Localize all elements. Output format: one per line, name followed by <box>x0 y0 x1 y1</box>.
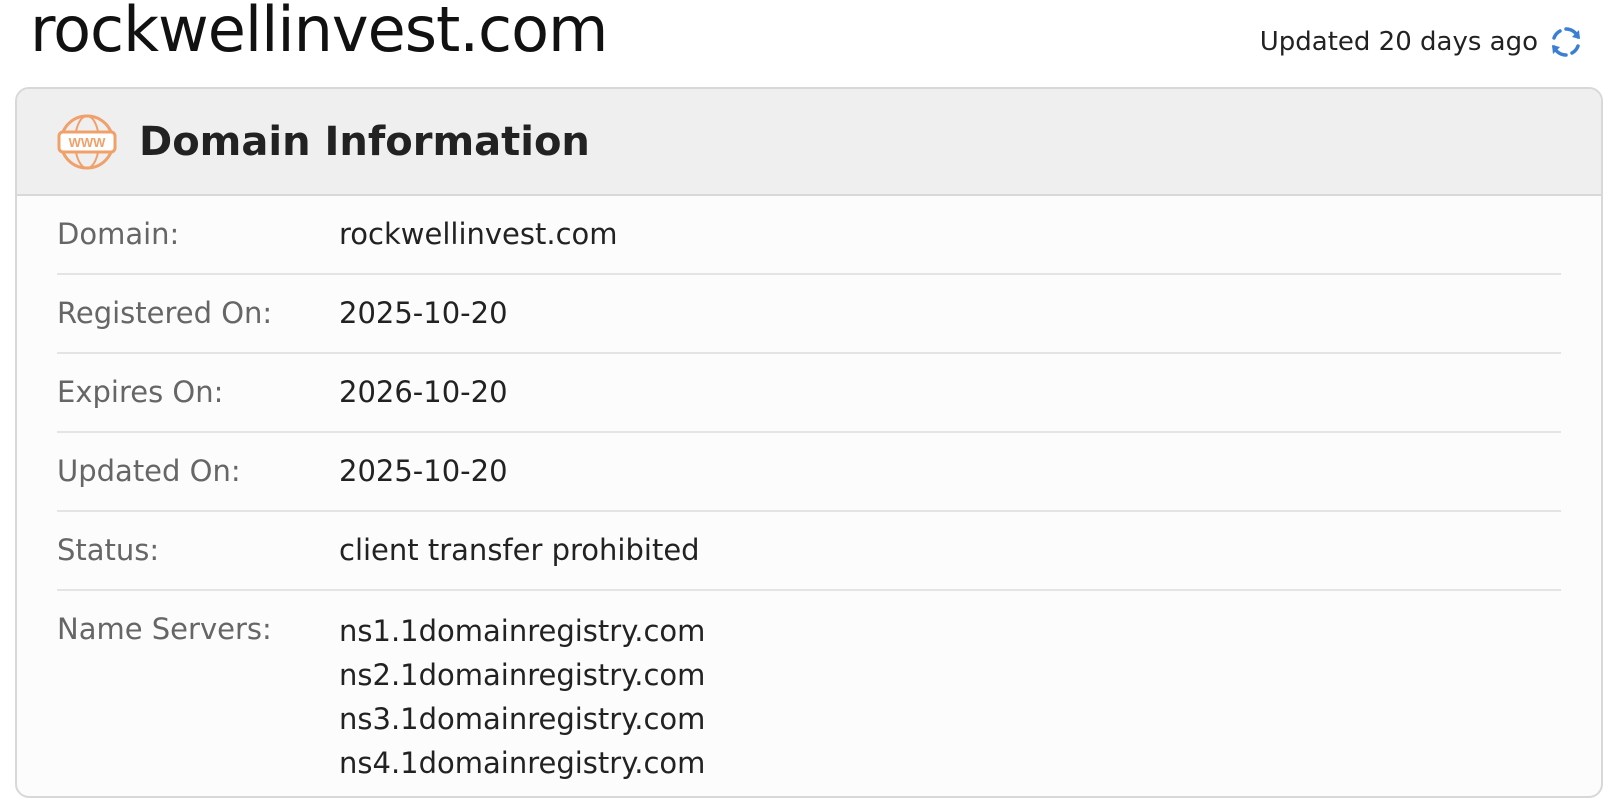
row-expires-on: Expires On: 2026-10-20 <box>57 354 1561 433</box>
row-label: Domain: <box>57 217 180 251</box>
refresh-icon[interactable] <box>1548 24 1584 60</box>
row-status: Status: client transfer prohibited <box>57 512 1561 591</box>
row-value: 2025-10-20 <box>339 296 508 330</box>
updated-status: Updated 20 days ago <box>1260 24 1584 60</box>
row-label: Status: <box>57 533 160 567</box>
row-value: client transfer prohibited <box>339 533 700 567</box>
card-header: WWW Domain Information <box>17 89 1601 196</box>
name-server: ns3.1domainregistry.com <box>339 702 706 736</box>
name-server: ns2.1domainregistry.com <box>339 658 706 692</box>
card-title: Domain Information <box>139 118 590 165</box>
row-value: 2026-10-20 <box>339 375 508 409</box>
row-label: Expires On: <box>57 375 224 409</box>
name-server-list: ns1.1domainregistry.com ns2.1domainregis… <box>339 609 705 785</box>
name-server: ns4.1domainregistry.com <box>339 746 706 780</box>
svg-text:WWW: WWW <box>69 135 107 150</box>
row-value: rockwellinvest.com <box>339 217 618 251</box>
domain-information-card: WWW Domain Information Domain: rockwelli… <box>15 87 1603 798</box>
www-icon: WWW <box>57 114 117 169</box>
name-server: ns1.1domainregistry.com <box>339 614 706 648</box>
row-domain: Domain: rockwellinvest.com <box>57 196 1561 275</box>
row-value: 2025-10-20 <box>339 454 508 488</box>
row-name-servers: Name Servers: ns1.1domainregistry.com ns… <box>57 591 1561 785</box>
row-label: Name Servers: <box>57 612 272 646</box>
row-updated-on: Updated On: 2025-10-20 <box>57 433 1561 512</box>
row-registered-on: Registered On: 2025-10-20 <box>57 275 1561 354</box>
row-label: Updated On: <box>57 454 241 488</box>
updated-text: Updated 20 days ago <box>1259 27 1538 57</box>
row-label: Registered On: <box>57 296 273 330</box>
page-title: rockwellinvest.com <box>30 0 608 66</box>
domain-info-table: Domain: rockwellinvest.com Registered On… <box>17 196 1601 785</box>
whois-page: rockwellinvest.com Updated 20 days ago W… <box>0 0 1614 804</box>
